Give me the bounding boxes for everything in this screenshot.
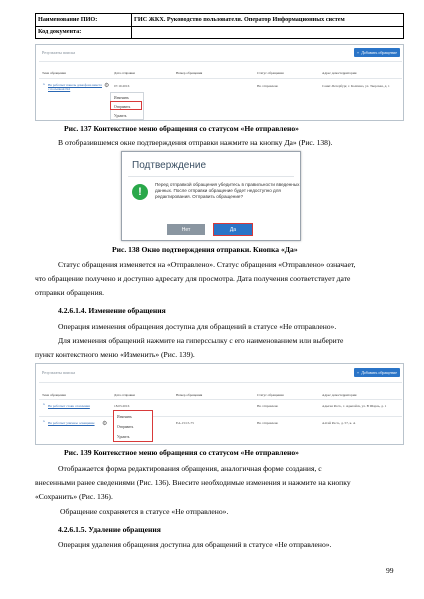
status-circle-icon: ◔ bbox=[42, 83, 46, 88]
section-heading-change: 4.2.6.1.4. Изменение обращения bbox=[58, 306, 166, 315]
section-heading-delete: 4.2.6.1.5. Удаление обращения bbox=[58, 525, 161, 534]
fig139-screenshot: Результаты поиска + Добавить обращение Т… bbox=[35, 363, 404, 445]
gear-icon[interactable]: ⚙ bbox=[104, 82, 109, 89]
fig137-add-button-label: Добавить обращение bbox=[361, 50, 398, 55]
fig137-screenshot: Результаты поиска + Добавить обращение Т… bbox=[35, 44, 404, 121]
status-circle-icon: ◔ bbox=[42, 403, 46, 408]
para2-line-2: что обращение получено и доступно адреса… bbox=[35, 274, 351, 283]
fig137-col-status: Статус обращения bbox=[257, 71, 284, 75]
fig137-col-topic: Тема обращения bbox=[42, 71, 66, 75]
fig137-col-date: Дата отправки bbox=[114, 71, 135, 75]
dialog-divider bbox=[128, 176, 294, 177]
para1: В отобразившемся окне подтверждения отпр… bbox=[58, 138, 333, 147]
confirm-dialog: Подтверждение ! Перед отправкой обращени… bbox=[121, 151, 301, 241]
plus-icon: + bbox=[356, 50, 360, 55]
para2-line-1: Статус обращения изменяется на «Отправле… bbox=[58, 260, 356, 269]
fig139-col-topic: Тема обращения bbox=[42, 393, 66, 397]
menu-item-delete[interactable]: Удалить bbox=[117, 435, 129, 439]
menu-item-send[interactable]: Отправить bbox=[117, 425, 133, 429]
dialog-yes-button[interactable]: Да bbox=[213, 223, 253, 236]
menu-item-delete[interactable]: Удалить bbox=[114, 114, 126, 118]
dialog-message-line-3: редактирования. Отправить обращение? bbox=[155, 194, 244, 199]
fig139-row2-status: Не отправлено bbox=[257, 421, 279, 425]
fig138-caption: Рис. 138 Окно подтверждения отправки. Кн… bbox=[112, 245, 298, 254]
delete-line-1: Операция удаления обращения доступна для… bbox=[58, 540, 332, 549]
fig137-col-number: Номер обращения bbox=[176, 71, 203, 75]
plus-icon: + bbox=[356, 370, 360, 375]
para3-line-1: Отображается форма редактирования обраще… bbox=[58, 464, 322, 473]
fig139-col-date: Дата отправки bbox=[114, 393, 135, 397]
fig139-col-address: Адрес дома/территории bbox=[322, 393, 357, 397]
dialog-no-button[interactable]: Нет bbox=[167, 224, 205, 235]
change-line-2: Для изменения обращений нажмите на гипер… bbox=[58, 336, 344, 345]
fig137-results-title: Результаты поиска bbox=[42, 50, 76, 55]
para2-line-3: отправки обращения. bbox=[35, 288, 105, 297]
fig139-row-line bbox=[39, 416, 402, 417]
fig137-add-button[interactable]: + Добавить обращение bbox=[354, 48, 400, 57]
fig137-header-line bbox=[39, 78, 402, 79]
fig137-col-address: Адрес дома/территории bbox=[322, 71, 357, 75]
para3-line-2: внесенными ранее сведениями (Рис. 136). … bbox=[35, 478, 351, 487]
fig139-row1-status: Не отправлено bbox=[257, 404, 279, 408]
fig139-divider bbox=[39, 382, 402, 383]
change-line-3: пункт контекстного меню «Изменить» (Рис.… bbox=[35, 350, 195, 359]
document-header-table: Наименование ПИО: ГИС ЖКХ. Руководство п… bbox=[35, 13, 404, 39]
fig139-add-button[interactable]: + Добавить обращение bbox=[354, 368, 400, 377]
page-number: 99 bbox=[386, 566, 394, 575]
fig137-row-status: Не отправлено bbox=[257, 84, 279, 88]
fig139-col-number: Номер обращения bbox=[176, 393, 203, 397]
fig137-row-topic-link[interactable]: Не работает панель домофона вместе с пос… bbox=[48, 83, 104, 92]
menu-item-edit[interactable]: Изменить bbox=[117, 415, 132, 419]
fig139-header-line bbox=[39, 399, 402, 400]
header-code-label: Код документа: bbox=[38, 28, 82, 35]
fig139-col-status: Статус обращения bbox=[257, 393, 284, 397]
fig139-row1-date: 18.03.2016 bbox=[114, 404, 130, 408]
fig137-divider bbox=[39, 61, 402, 62]
header-doc-title: ГИС ЖКХ. Руководство пользователя. Опера… bbox=[134, 16, 345, 23]
fig139-add-button-label: Добавить обращение bbox=[361, 370, 398, 375]
fig137-row-date: 07.10.2016 bbox=[114, 84, 130, 88]
info-icon: ! bbox=[132, 184, 148, 200]
fig139-row1-address: Адыгея Респ., г. Адыгейск, ул. В Шарль, … bbox=[322, 404, 387, 408]
fig139-caption: Рис. 139 Контекстное меню обращения со с… bbox=[64, 448, 299, 457]
header-name-label: Наименование ПИО: bbox=[38, 16, 98, 23]
fig139-row2-address: Алтай Респ., д. 57, к. А bbox=[322, 421, 356, 425]
menu-item-edit[interactable]: Изменить bbox=[114, 96, 129, 100]
para3-line-3: «Сохранить» (Рис. 136). bbox=[35, 492, 113, 501]
fig139-context-menu: Изменить Отправить Удалить bbox=[113, 410, 153, 442]
para3-line-4: Обращение сохраняется в статусе «Не отпр… bbox=[60, 507, 229, 516]
fig139-row2-topic-link[interactable]: Не работает уличное освещение bbox=[48, 421, 98, 425]
fig139-row1-topic-link[interactable]: Не работает стояк отопления bbox=[48, 404, 100, 408]
fig137-row-address: Санкт-Петербург, г. Колпино, ул. Тверска… bbox=[322, 84, 390, 88]
fig137-caption: Рис. 137 Контекстное меню обращения со с… bbox=[64, 124, 299, 133]
change-line-1: Операция изменения обращения доступна дл… bbox=[58, 322, 337, 331]
gear-icon[interactable]: ⚙ bbox=[102, 420, 107, 427]
fig139-row2-number: EA-15/15-75 bbox=[176, 421, 194, 425]
status-circle-icon: ◔ bbox=[42, 420, 46, 425]
fig139-results-title: Результаты поиска bbox=[42, 370, 76, 375]
highlight-send-box bbox=[110, 101, 142, 110]
dialog-message: Перед отправкой обращения убедитесь в пр… bbox=[155, 182, 299, 200]
dialog-title: Подтверждение bbox=[132, 160, 207, 171]
